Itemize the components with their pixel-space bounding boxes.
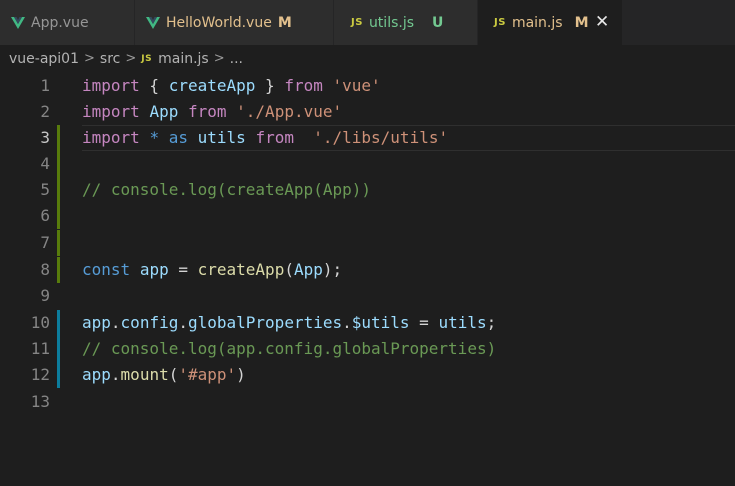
code-text[interactable]: app.mount('#app'): [82, 362, 246, 388]
vue-file-icon: [146, 16, 160, 29]
line-number: 13: [30, 392, 50, 411]
code-line[interactable]: 8 const app = createApp(App);: [0, 257, 735, 283]
close-icon[interactable]: ✕: [595, 12, 609, 32]
git-added-marker: [57, 257, 60, 283]
breadcrumb: vue-api01 > src > JS main.js > ...: [0, 45, 735, 72]
code-text[interactable]: const app = createApp(App);: [82, 257, 342, 283]
git-added-marker: [57, 177, 60, 203]
git-modified-marker: [57, 336, 60, 362]
js-file-icon: JS: [141, 53, 153, 64]
code-text[interactable]: import App from './App.vue': [82, 99, 342, 125]
line-number: 10: [30, 313, 50, 332]
line-number: 7: [40, 233, 50, 252]
line-number: 12: [30, 365, 50, 384]
tab-status-badge: M: [277, 14, 292, 31]
code-text[interactable]: import * as utils from './libs/utils': [82, 125, 448, 151]
code-line[interactable]: 2 import App from './App.vue': [0, 99, 735, 125]
code-text[interactable]: // console.log(app.config.globalProperti…: [82, 336, 496, 362]
tab-utils-js[interactable]: JS utils.js U: [334, 0, 478, 45]
line-number: 2: [40, 102, 50, 121]
tab-label: App.vue: [31, 14, 89, 31]
chevron-right-icon: >: [84, 51, 95, 66]
tab-label: HelloWorld.vue: [166, 14, 272, 31]
code-line[interactable]: 5 // console.log(createApp(App)): [0, 177, 735, 203]
tab-status-badge: M: [574, 14, 589, 31]
editor-tab-bar: App.vue HelloWorld.vue M JS utils.js U J…: [0, 0, 735, 45]
code-line[interactable]: 11 // console.log(app.config.globalPrope…: [0, 336, 735, 362]
code-line[interactable]: 7: [0, 230, 735, 256]
line-number: 6: [40, 206, 50, 225]
tab-status-badge: U: [432, 14, 444, 31]
git-added-marker: [57, 125, 60, 151]
chevron-right-icon: >: [125, 51, 137, 66]
tab-label: utils.js: [368, 14, 415, 31]
breadcrumb-project[interactable]: vue-api01: [9, 51, 79, 67]
line-number: 8: [40, 260, 50, 279]
breadcrumb-folder[interactable]: src: [100, 51, 120, 67]
code-text[interactable]: // console.log(createApp(App)): [82, 177, 371, 203]
js-file-icon: JS: [494, 17, 506, 28]
code-text[interactable]: import { createApp } from 'vue': [82, 73, 381, 99]
line-number: 1: [40, 76, 50, 95]
line-number: 9: [40, 286, 50, 305]
js-file-icon: JS: [351, 17, 363, 28]
chevron-right-icon: >: [213, 51, 225, 66]
code-line[interactable]: 13: [0, 389, 735, 415]
git-added-marker: [57, 151, 60, 177]
tab-label: main.js: [511, 14, 563, 31]
git-modified-marker: [57, 310, 60, 336]
code-editor[interactable]: 1 import { createApp } from 'vue' 2 impo…: [0, 72, 735, 486]
code-line[interactable]: 10 app.config.globalProperties.$utils = …: [0, 310, 735, 336]
line-number: 11: [30, 339, 50, 358]
line-number: 5: [40, 180, 50, 199]
code-line[interactable]: 12 app.mount('#app'): [0, 362, 735, 388]
tab-helloworld-vue[interactable]: HelloWorld.vue M: [135, 0, 334, 45]
code-line[interactable]: 1 import { createApp } from 'vue': [0, 73, 735, 99]
code-line[interactable]: 4: [0, 151, 735, 177]
git-added-marker: [57, 203, 60, 229]
code-line[interactable]: 9: [0, 283, 735, 309]
breadcrumb-file[interactable]: main.js: [158, 51, 209, 67]
line-number: 4: [40, 154, 50, 173]
git-added-marker: [57, 230, 60, 256]
tab-main-js[interactable]: JS main.js M ✕: [478, 0, 623, 45]
vue-file-icon: [11, 16, 25, 29]
breadcrumb-more[interactable]: ...: [230, 51, 243, 67]
git-modified-marker: [57, 362, 60, 388]
tab-app-vue[interactable]: App.vue: [0, 0, 135, 45]
code-line-current[interactable]: 3 import * as utils from './libs/utils': [0, 125, 735, 151]
line-number: 3: [40, 128, 50, 147]
code-text[interactable]: app.config.globalProperties.$utils = uti…: [82, 310, 496, 336]
code-line[interactable]: 6: [0, 203, 735, 229]
